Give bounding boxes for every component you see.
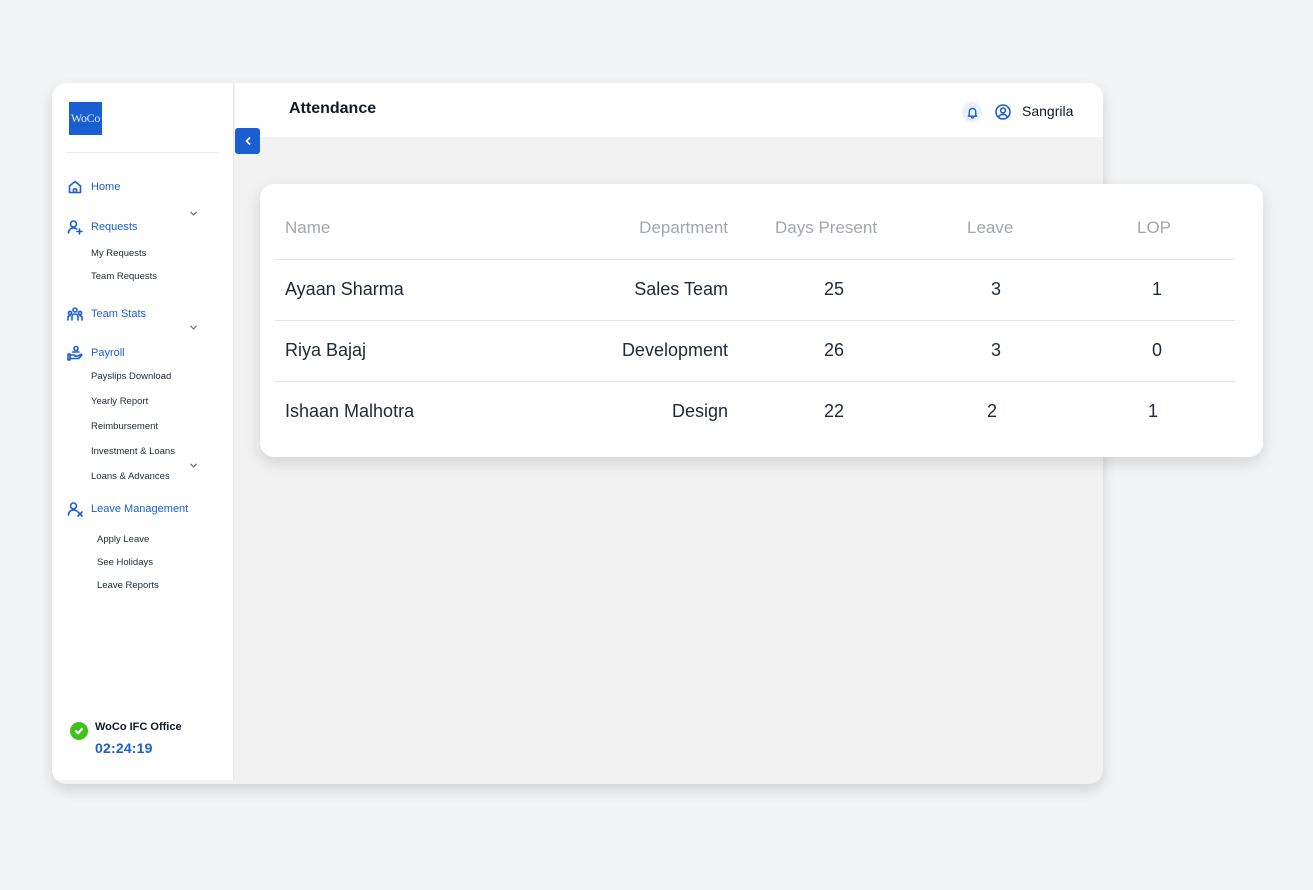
office-timer: 02:24:19: [95, 740, 153, 756]
user-x-icon: [66, 500, 84, 518]
cell-days-present: 25: [823, 279, 845, 299]
page-title: Attendance: [289, 100, 377, 117]
payroll-hand-icon: [66, 344, 84, 362]
cell-name: Riya Bajaj: [285, 340, 367, 360]
sidebar-item-label: Requests: [91, 221, 138, 233]
sidebar-subitem-my-requests[interactable]: My Requests: [91, 248, 146, 259]
cell-days-present: 22: [823, 401, 845, 421]
cell-department: Development: [621, 340, 728, 360]
cell-department: Design: [671, 401, 728, 421]
attendance-table: Name Department Days Present Leave LOP A…: [260, 184, 1263, 457]
cell-leave: 3: [990, 279, 1001, 299]
sidebar-subitem-apply-leave[interactable]: Apply Leave: [97, 534, 149, 545]
sidebar-subitem-yearly-report[interactable]: Yearly Report: [91, 396, 148, 407]
cell-lop: 1: [1151, 279, 1162, 299]
table-row[interactable]: Ayaan Sharma Sales Team 25 3 1: [275, 259, 1235, 320]
sidebar-item-label: Team Stats: [91, 308, 147, 320]
topbar: Attendance Sangrila: [235, 83, 1103, 137]
cell-department: Sales Team: [634, 279, 728, 299]
column-header-leave[interactable]: Leave: [967, 218, 1013, 238]
collapse-sidebar-button[interactable]: [235, 128, 260, 154]
column-header-name[interactable]: Name: [285, 218, 330, 238]
cell-name: Ishaan Malhotra: [285, 401, 415, 421]
cell-name: Ayaan Sharma: [285, 279, 404, 299]
user-circle-icon[interactable]: [994, 103, 1012, 121]
sidebar-item-requests[interactable]: Requests: [66, 218, 137, 236]
check-circle-icon: [70, 722, 88, 740]
chevron-down-icon[interactable]: [188, 322, 198, 332]
sidebar-subitem-payslips-download[interactable]: Payslips Download: [91, 371, 171, 382]
sidebar-item-home[interactable]: Home: [66, 178, 120, 196]
home-icon: [66, 178, 84, 196]
bell-icon[interactable]: [962, 102, 982, 122]
column-header-days-present[interactable]: Days Present: [775, 218, 877, 238]
cell-days-present: 26: [823, 340, 845, 360]
column-header-lop[interactable]: LOP: [1137, 218, 1171, 238]
chevron-down-icon[interactable]: [188, 460, 198, 470]
table-row[interactable]: Ishaan Malhotra Design 22 2 1: [275, 381, 1235, 442]
sidebar-item-payroll[interactable]: Payroll: [66, 344, 125, 362]
cell-lop: 1: [1147, 401, 1158, 421]
office-name: WoCo IFC Office: [95, 721, 182, 733]
sidebar-item-label: Payroll: [91, 347, 125, 359]
sidebar-item-team-stats[interactable]: Team Stats: [66, 305, 146, 323]
user-name[interactable]: Sangrila: [1022, 103, 1073, 119]
sidebar-subitem-loans-advances[interactable]: Loans & Advances: [91, 471, 170, 482]
sidebar-subitem-see-holidays[interactable]: See Holidays: [97, 557, 153, 568]
cell-leave: 3: [990, 340, 1001, 360]
sidebar: WoCo Home Requests My Requests Team Requ…: [52, 83, 234, 780]
sidebar-item-label: Leave Management: [91, 503, 189, 515]
chevron-down-icon[interactable]: [188, 208, 198, 218]
sidebar-subitem-leave-reports[interactable]: Leave Reports: [97, 580, 159, 591]
sidebar-subitem-investment-loans[interactable]: Investment & Loans: [91, 446, 175, 457]
team-icon: [66, 305, 84, 323]
cell-leave: 2: [986, 401, 997, 421]
sidebar-subitem-reimbursement[interactable]: Reimbursement: [91, 421, 158, 432]
user-plus-icon: [66, 218, 84, 236]
cell-lop: 0: [1151, 340, 1162, 360]
chevron-left-icon: [245, 137, 250, 145]
sidebar-item-label: Home: [91, 181, 121, 193]
column-header-department[interactable]: Department: [639, 218, 728, 238]
table-row[interactable]: Riya Bajaj Development 26 3 0: [275, 320, 1235, 381]
sidebar-subitem-team-requests[interactable]: Team Requests: [91, 271, 157, 282]
logo[interactable]: WoCo: [69, 102, 102, 135]
sidebar-item-leave-management[interactable]: Leave Management: [66, 500, 188, 518]
divider: [66, 152, 218, 153]
